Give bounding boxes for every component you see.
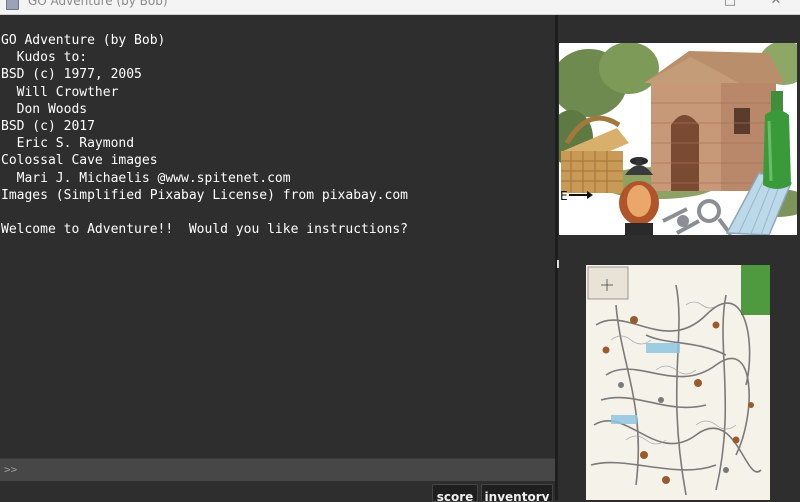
output-line: Images (Simplified Pixabay License) from…: [1, 187, 408, 203]
command-bar: >>: [0, 458, 555, 482]
game-output-area: GO Adventure (by Bob) Kudos to: BSD (c) 1…: [0, 15, 555, 458]
direction-label: E: [560, 189, 568, 203]
app-icon: [6, 0, 19, 10]
brick-hut-icon: [644, 51, 784, 191]
output-line: GO Adventure (by Bob): [1, 33, 166, 48]
maximize-icon[interactable]: □: [720, 0, 740, 8]
output-line: Colossal Cave images: [1, 153, 158, 169]
output-line: BSD (c) 2017: [1, 119, 95, 135]
score-button[interactable]: score: [432, 484, 478, 502]
window-title: GO Adventure (by Bob): [28, 0, 168, 8]
panel-divider: [557, 260, 559, 268]
output-line: Kudos to:: [1, 50, 88, 66]
scene-image: E: [559, 43, 797, 235]
inventory-button[interactable]: inventory: [481, 484, 553, 502]
command-prompt: >>: [4, 463, 18, 476]
cave-map-image: [586, 265, 770, 500]
game-output-text: GO Adventure (by Bob) Kudos to: BSD (c) 1…: [1, 32, 408, 238]
keys-icon: [662, 199, 733, 235]
output-line: Will Crowther: [1, 84, 119, 100]
cave-map-icon: [586, 265, 770, 500]
close-icon[interactable]: ✕: [766, 0, 786, 8]
output-line: BSD (c) 1977, 2005: [1, 67, 142, 83]
output-line: Welcome to Adventure!! Would you like in…: [1, 222, 408, 238]
command-input[interactable]: [24, 461, 548, 480]
title-bar: GO Adventure (by Bob) □ ✕: [0, 0, 800, 15]
output-line: Don Woods: [1, 101, 88, 117]
output-line: Eric S. Raymond: [1, 136, 135, 152]
output-line: Mari J. Michaelis @www.spitenet.com: [1, 170, 291, 186]
scene-illustration: E: [559, 43, 797, 235]
